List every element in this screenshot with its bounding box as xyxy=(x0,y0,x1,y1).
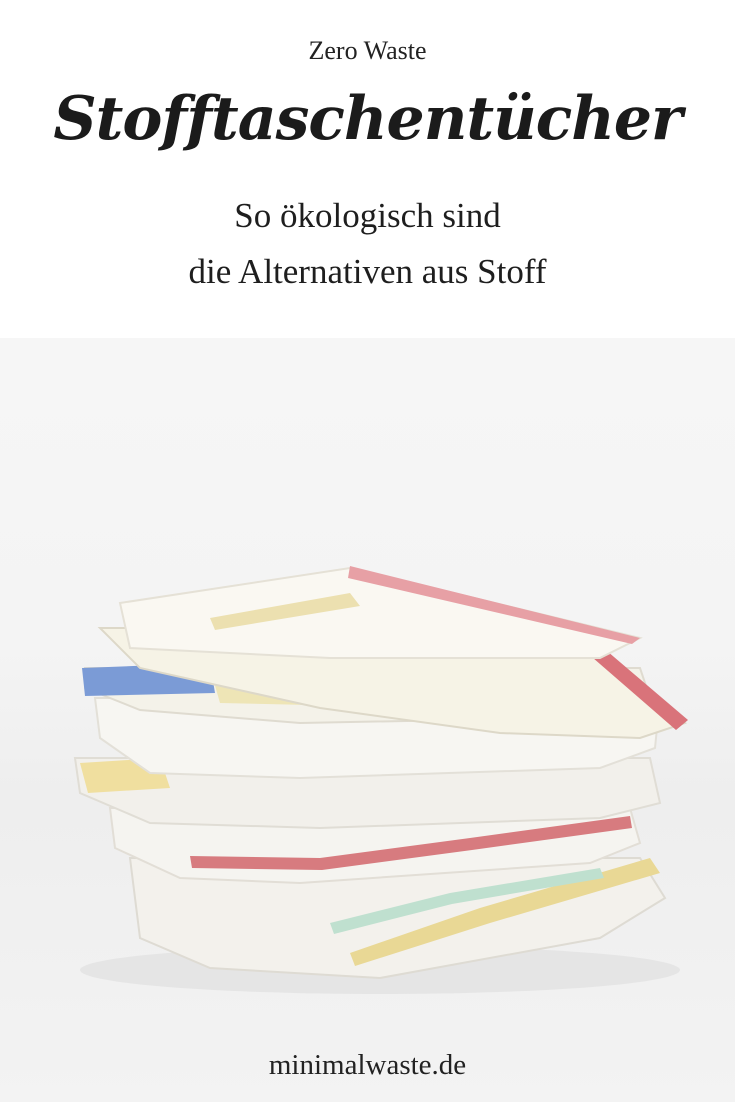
handkerchief-stack-illustration xyxy=(73,566,688,994)
header: Zero Waste Stofftaschentücher So ökologi… xyxy=(0,0,735,338)
kicker-label: Zero Waste xyxy=(308,36,427,65)
subtitle-line-1: So ökologisch sind xyxy=(234,196,501,235)
page-title: Stofftaschentücher xyxy=(53,84,682,154)
subtitle-line-2: die Alternativen aus Stoff xyxy=(188,252,547,291)
site-url: minimalwaste.de xyxy=(268,1049,467,1081)
handkerchief-photo xyxy=(0,338,735,1102)
